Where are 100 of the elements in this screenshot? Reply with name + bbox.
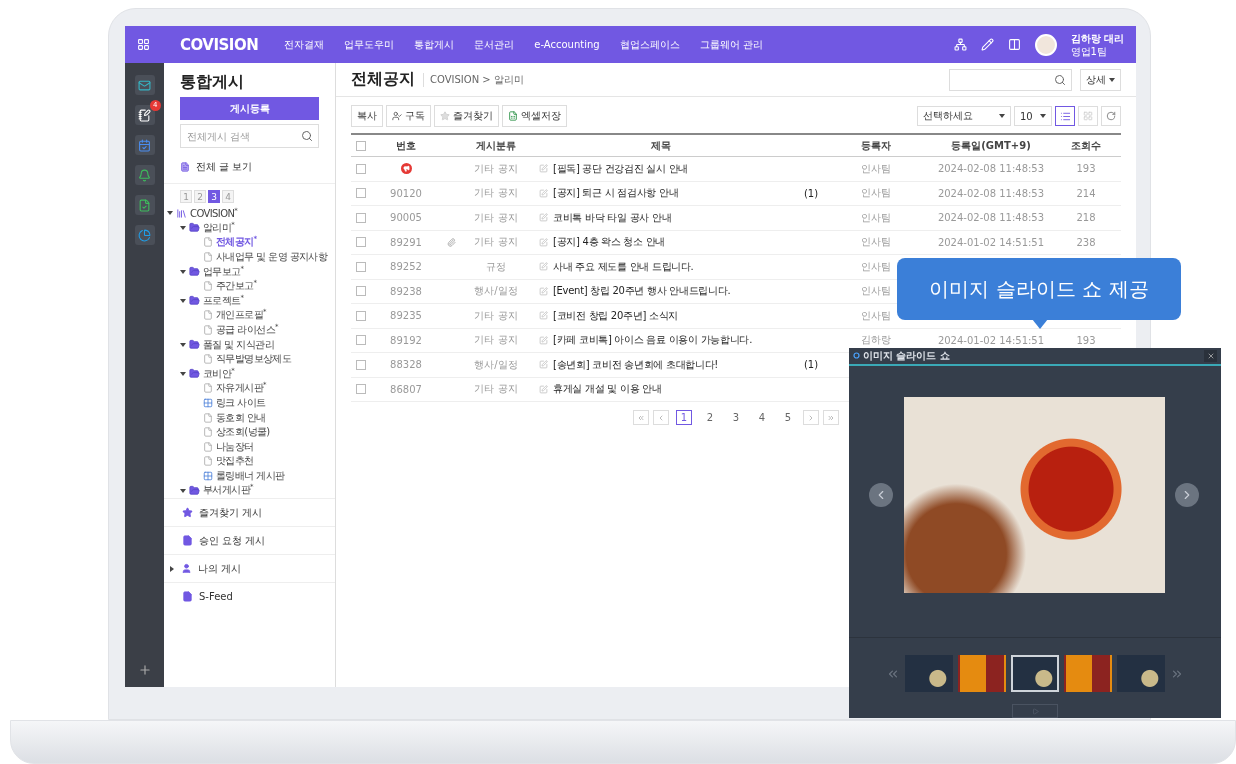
tree-item[interactable]: 동호회 안내 [216, 410, 266, 425]
refresh-button[interactable] [1101, 106, 1121, 126]
rail-tile[interactable] [134, 105, 155, 125]
tree-item[interactable]: 공급 라이선스$^{*}$ [216, 322, 278, 338]
add-icon[interactable] [137, 663, 152, 677]
checkbox[interactable] [356, 237, 366, 248]
tree-item[interactable]: 직무발명보상제도 [216, 352, 292, 367]
pie-chart-icon [138, 228, 151, 242]
tree-item[interactable]: 코비안$^{*}$ [203, 366, 235, 381]
search-icon[interactable] [301, 130, 313, 142]
tree-item[interactable]: 전체공지$^{*}$ [216, 235, 257, 250]
caret-icon[interactable] [180, 370, 186, 377]
tree-item[interactable]: 부서게시판$^{*}$ [203, 483, 253, 498]
tree-item[interactable]: 사내업무 및 운영 공지사항 [216, 250, 328, 265]
caret-icon[interactable] [180, 268, 186, 275]
menu-item[interactable]: 전자결재 [284, 37, 325, 52]
tree-item[interactable]: COVISION$^{*}$ [190, 207, 238, 220]
post-title-link[interactable]: [코비전 창립 20주년] 소식지 [553, 308, 678, 323]
menu-item[interactable]: 협업스페이스 [619, 37, 680, 52]
caret-icon[interactable] [169, 565, 175, 572]
rail-tile[interactable] [134, 165, 155, 185]
menu-item[interactable]: 문서관리 [474, 37, 515, 52]
rail-tile[interactable] [134, 75, 155, 95]
tree-item[interactable]: 품질 및 지식관리 [203, 337, 274, 352]
all-posts-link[interactable]: 전체 글 보기 [196, 159, 253, 174]
toolbar-button[interactable]: 복사 [351, 105, 383, 127]
caret-icon[interactable] [180, 487, 186, 494]
search-icon[interactable] [1054, 73, 1066, 86]
post-title-link[interactable]: [공지] 4층 왁스 청소 안내 [553, 235, 666, 250]
edit-icon [539, 237, 548, 247]
rail-tile[interactable] [134, 195, 155, 215]
checkbox[interactable] [356, 286, 366, 297]
register-button[interactable]: 게시등록 [180, 97, 319, 120]
menu-item[interactable]: e-Accounting [534, 39, 600, 50]
tree-item[interactable]: 자유게시판$^{*}$ [216, 381, 266, 396]
detail-button[interactable]: 상세 [1080, 68, 1121, 91]
panel-icon[interactable] [1007, 38, 1021, 51]
caret-icon[interactable] [180, 224, 186, 231]
post-title-link[interactable]: 사내 주요 제도를 안내 드립니다. [553, 259, 694, 274]
checkbox[interactable] [356, 384, 366, 395]
org-chart-icon[interactable] [953, 38, 967, 51]
category-select[interactable]: 선택하세요 [917, 106, 1011, 126]
caret-icon[interactable] [167, 210, 173, 217]
next-button[interactable] [1175, 482, 1199, 507]
search-field[interactable] [949, 68, 1072, 91]
close-button[interactable] [1204, 349, 1217, 362]
checkbox[interactable] [356, 310, 366, 321]
checkbox[interactable] [356, 335, 366, 346]
tree-item[interactable]: 나눔장터 [216, 439, 254, 454]
tree-item[interactable]: 맛집추천 [216, 454, 254, 469]
checkbox[interactable] [356, 212, 366, 223]
tree-item[interactable]: 알리미$^{*}$ [203, 220, 235, 236]
pencil-icon[interactable] [980, 38, 994, 51]
checkbox[interactable] [356, 188, 366, 199]
thumbnail[interactable] [1064, 655, 1112, 693]
toolbar-button[interactable]: 구독 [386, 105, 431, 127]
checkbox[interactable] [356, 359, 366, 370]
app-grid-icon[interactable] [137, 38, 150, 51]
menu-item[interactable]: 그룹웨어 관리 [699, 37, 763, 52]
sidebar-menu-item[interactable]: 나의 게시 [164, 554, 335, 582]
post-title-link[interactable]: 휴게실 개설 및 이용 안내 [553, 382, 662, 397]
page-button[interactable]: 1 [676, 410, 692, 425]
checkbox[interactable] [356, 261, 366, 272]
tree-item[interactable]: 주간보고$^{*}$ [216, 279, 257, 294]
tree-item[interactable]: 업무보고$^{*}$ [203, 264, 244, 279]
menu-item[interactable]: 업무도우미 [344, 37, 395, 52]
menu-item[interactable]: 통합게시 [414, 37, 455, 52]
tree-item[interactable]: 프로젝트$^{*}$ [203, 293, 244, 308]
thumbnail[interactable] [1011, 655, 1059, 693]
caret-icon[interactable] [180, 341, 186, 348]
tree-item[interactable]: 링크 사이트 [216, 396, 266, 410]
rail-tile[interactable] [134, 225, 155, 245]
checkbox[interactable] [356, 163, 366, 174]
sidebar-menu-item[interactable]: 승인 요청 게시 [164, 526, 335, 554]
list-view-button[interactable] [1055, 106, 1075, 126]
toolbar-button[interactable]: 즐겨찾기 [434, 105, 499, 127]
post-title-link[interactable]: 코비톡 바닥 타일 공사 안내 [553, 210, 672, 225]
thumbnail[interactable] [1117, 655, 1165, 693]
thumbnail[interactable] [958, 655, 1006, 693]
search-field[interactable]: 전체게시 검색 [180, 124, 319, 148]
toolbar-button[interactable]: 엑셀저장 [502, 105, 567, 127]
checkbox[interactable] [356, 140, 366, 151]
post-title-link[interactable]: [필독] 공단 건강검진 실시 안내 [553, 161, 689, 176]
rail-tile[interactable] [134, 135, 155, 155]
page-chip[interactable]: 3 [208, 190, 220, 203]
avatar[interactable] [1034, 33, 1057, 56]
page-icon [203, 237, 213, 248]
caret-icon[interactable] [180, 297, 186, 304]
sidebar-menu-item[interactable]: 즐겨찾기 게시 [164, 498, 335, 526]
post-title-link[interactable]: [카페 코비톡] 아이스 음료 이용이 가능합니다. [553, 333, 753, 348]
previous-button[interactable] [869, 482, 893, 507]
tree-item[interactable]: 롤링배너 게시판 [216, 469, 285, 483]
post-title-link[interactable]: [송년회] 코비전 송년회에 초대합니다! [553, 357, 719, 372]
thumbnail[interactable] [905, 655, 953, 693]
tree-item[interactable]: 개인프로필$^{*}$ [216, 308, 266, 323]
sidebar-menu-item[interactable]: S-Feed [164, 582, 335, 610]
post-title-link[interactable]: [공지] 퇴근 시 점검사항 안내 [553, 186, 679, 201]
page-size-select[interactable]: 10 [1014, 106, 1052, 126]
tree-item[interactable]: 상조회(넝쿨) [216, 425, 270, 440]
post-title-link[interactable]: [Event] 창립 20주년 행사 안내드립니다. [553, 284, 731, 299]
